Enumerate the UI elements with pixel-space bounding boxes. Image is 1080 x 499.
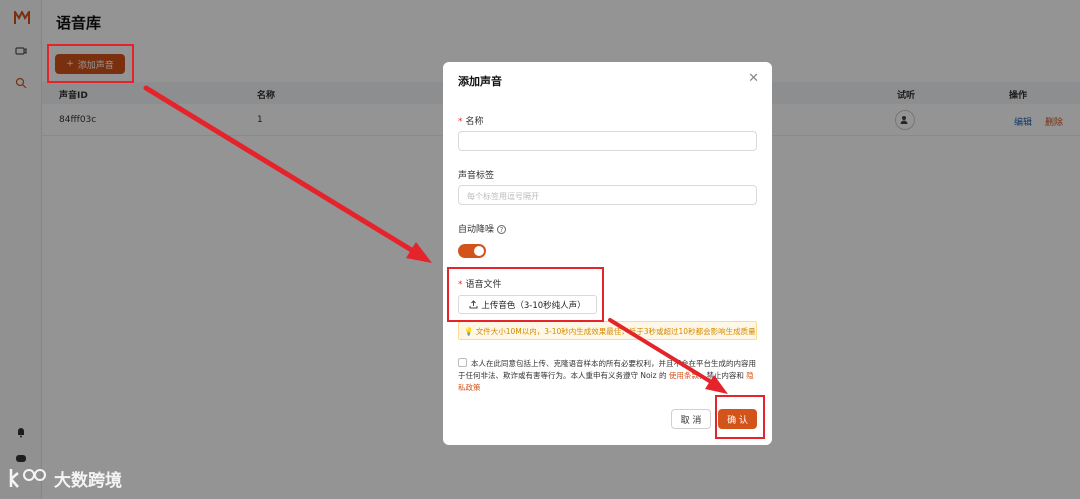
arrow-head-2 bbox=[705, 375, 728, 394]
watermark: 大数跨境 bbox=[8, 465, 122, 491]
arrow-head-1 bbox=[406, 242, 432, 263]
annotation-arrows bbox=[143, 85, 728, 394]
watermark-text: 大数跨境 bbox=[54, 470, 122, 491]
arrow-line-2 bbox=[608, 318, 718, 387]
watermark-logo-icon bbox=[9, 469, 46, 488]
arrow-line-1 bbox=[143, 85, 421, 257]
